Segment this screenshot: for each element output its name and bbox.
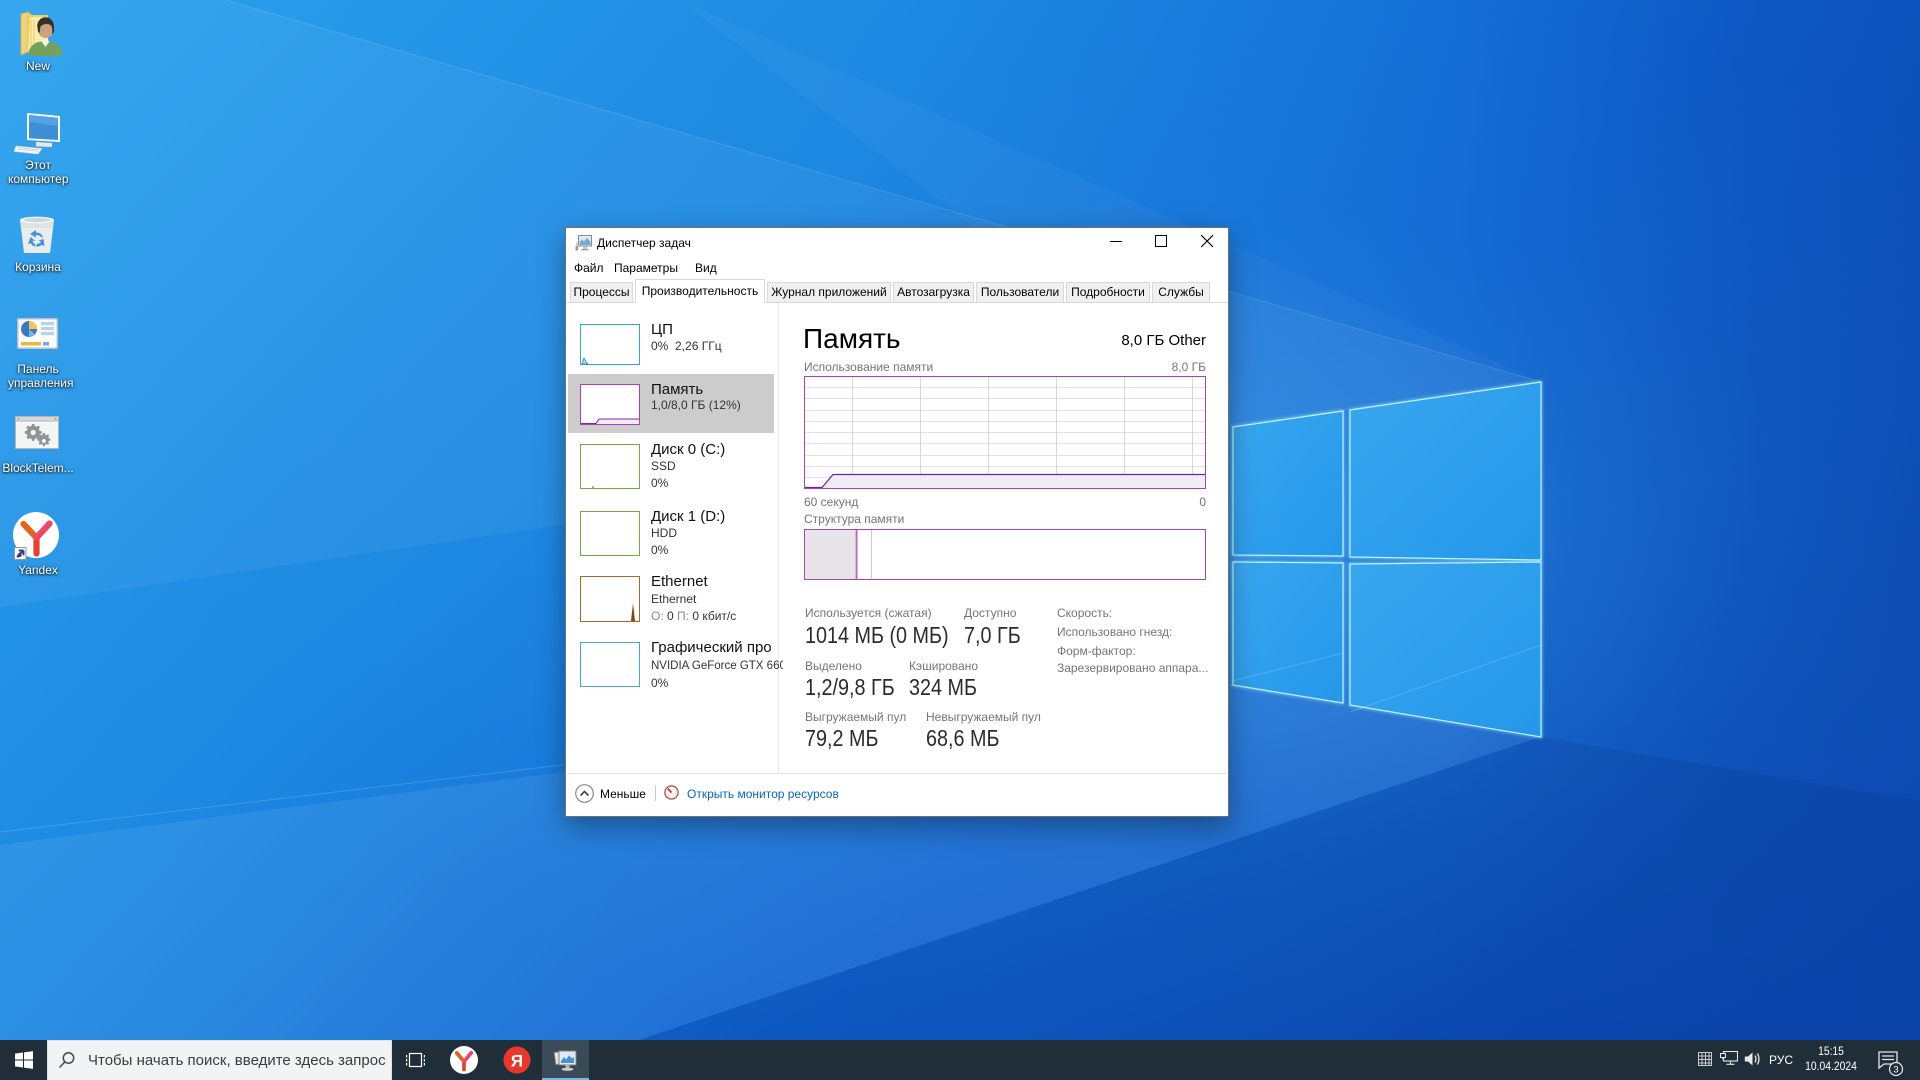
svg-text:Я: Я	[511, 1052, 523, 1071]
svg-text:3: 3	[1893, 1065, 1898, 1076]
